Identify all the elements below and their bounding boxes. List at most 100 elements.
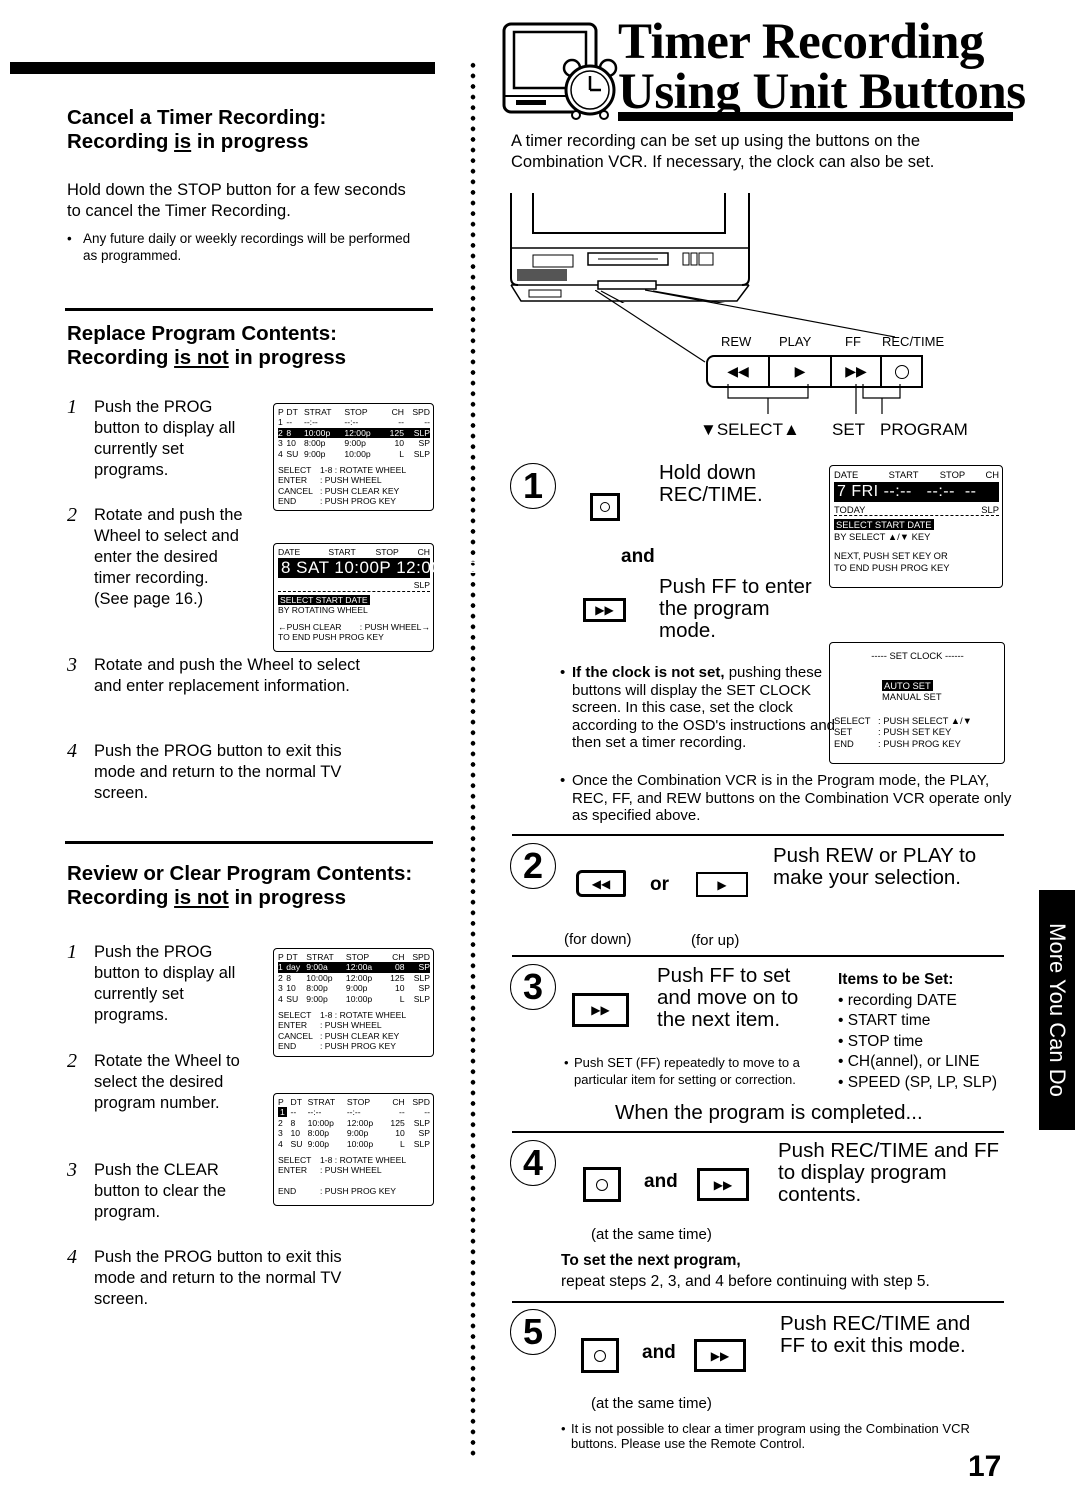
play-icon: ▶ bbox=[717, 877, 727, 892]
step-2-down: (for down) bbox=[564, 931, 632, 948]
osd-auto-set: AUTO SET bbox=[882, 679, 933, 691]
bracket-lines bbox=[727, 384, 901, 414]
label-rew: REW bbox=[721, 334, 752, 349]
osd-edit-value: 7 FRI --:-- --:-- -- bbox=[834, 481, 999, 502]
step-2-up: (for up) bbox=[691, 932, 740, 949]
review-heading: Review or Clear Program Contents: Record… bbox=[67, 862, 413, 909]
label-select: ▼SELECT▲ bbox=[700, 420, 800, 439]
osd-clock-title: ----- SET CLOCK ------ bbox=[871, 650, 964, 661]
item: • recording DATE bbox=[838, 991, 957, 1009]
item: • SPEED (SP, LP, SLP) bbox=[838, 1073, 998, 1091]
rec-time-key bbox=[590, 493, 620, 521]
osd-program-list-c: P DT STRAT STOP CH SPD 1 -- --:-- --:-- -- -- 2 8 10… bbox=[273, 1093, 434, 1206]
step-1-number: 1 bbox=[510, 463, 556, 509]
osd-hint: BY ROTATING WHEEL bbox=[278, 605, 368, 616]
tv-clock-icon bbox=[502, 22, 618, 120]
cancel-section: Cancel a Timer Recording: Recording is i… bbox=[67, 106, 447, 264]
leader-lines-2 bbox=[645, 289, 896, 338]
osd-list-row-selected: 2 8 10:00p 12:00p 125 SLP bbox=[278, 427, 430, 439]
step-3-text: Push FF to set and move on to the next i… bbox=[657, 964, 799, 1031]
osd-help: SELECT 1-8 : ROTATE WHEEL ENTER: PUSH WHE… bbox=[278, 1155, 407, 1196]
rec-time-key bbox=[583, 1167, 621, 1202]
osd-edit-header: DATE START STOP CH bbox=[834, 469, 999, 480]
title-rule bbox=[618, 112, 1013, 121]
step-5-and: and bbox=[642, 1342, 676, 1363]
program-mode-note: • Once the Combination VCR is in the Prog… bbox=[560, 772, 1012, 824]
review-step-1: 1 Push the PROG button to display all cu… bbox=[67, 941, 236, 1025]
osd-help: SELECT: PUSH SELECT ▲/▼ SET: PUSH SET KE… bbox=[834, 714, 972, 749]
osd-manual-set: MANUAL SET bbox=[882, 691, 942, 702]
cancel-body: Hold down the STOP button for a few seco… bbox=[67, 181, 406, 220]
step-1-line-b: Push FF to enter the program mode. bbox=[659, 575, 812, 642]
page-number: 17 bbox=[968, 1450, 1002, 1483]
osd-edit-speed: SLP bbox=[278, 580, 430, 592]
fast-forward-icon: ▶▶ bbox=[595, 603, 614, 617]
osd-program-edit-a: DATE START STOP CH 8 SAT 10:00P 12:00P 125 … bbox=[273, 543, 487, 652]
rec-time-button[interactable] bbox=[882, 357, 921, 386]
step-4-text: Push REC/TIME and FF to display program … bbox=[778, 1139, 1000, 1206]
review-step-2: 2 Rotate the Wheel to select the desired… bbox=[67, 1050, 240, 1113]
replace-step-3: 3 Rotate and push the Wheel to select an… bbox=[67, 654, 360, 696]
osd-list-row: 3 10 8:00p 9:00p 10 SP bbox=[278, 1128, 430, 1139]
step-5-text: Push REC/TIME and FF to exit this mode. bbox=[780, 1312, 971, 1357]
ff-key: ▶▶ bbox=[583, 598, 626, 622]
osd-hint-highlight: SELECT START DATE bbox=[278, 594, 370, 605]
osd-list-row-cursor: 1 -- --:-- --:-- -- -- bbox=[278, 1107, 430, 1118]
step-5-same-time: (at the same time) bbox=[591, 1395, 712, 1412]
osd-hint: BY SELECT ▲/▼ KEY bbox=[834, 530, 931, 542]
item: • STOP time bbox=[838, 1032, 923, 1050]
step-2-or: or bbox=[650, 874, 669, 895]
play-key: ▶ bbox=[696, 872, 748, 897]
label-program: PROGRAM bbox=[880, 420, 968, 439]
play-icon: ▶ bbox=[794, 363, 806, 379]
osd-program-edit-b: DATE START STOP CH 7 FRI --:-- --:-- -- TOD… bbox=[829, 465, 1003, 588]
osd-today: TODAY bbox=[834, 503, 866, 515]
osd-list-row: 4 SU 9:00p 10:00p L SLP bbox=[278, 1138, 430, 1149]
osd-edit-value: 8 SAT 10:00P 12:00P 125 bbox=[278, 558, 487, 579]
step-4-same-time: (at the same time) bbox=[591, 1226, 712, 1243]
cancel-heading: Cancel a Timer Recording: Recording is i… bbox=[67, 106, 327, 153]
intro-text: A timer recording can be set up using th… bbox=[511, 132, 935, 171]
step-1-and: and bbox=[621, 546, 655, 567]
osd-next: NEXT, PUSH SET KEY OR bbox=[834, 550, 948, 561]
osd-list-header: P DT STRAT STOP CH SPD bbox=[278, 1097, 430, 1107]
record-circle-icon bbox=[594, 1349, 606, 1362]
osd-nav: ←PUSH CLEAR: PUSH WHEEL→ bbox=[278, 621, 430, 632]
item: • START time bbox=[838, 1012, 931, 1029]
top-rule bbox=[10, 62, 435, 74]
play-button[interactable]: ▶ bbox=[770, 357, 832, 386]
osd-list-row: 3 10 8:00p 9:00p 10 SP bbox=[278, 438, 430, 449]
osd-list-row: 2 8 10:00p 12:00p 125 SLP bbox=[278, 972, 430, 983]
fast-forward-icon: ▶▶ bbox=[591, 1003, 610, 1017]
step-3-note: • Push SET (FF) repeatedly to move to a p… bbox=[564, 1055, 800, 1087]
step-2-number: 2 bbox=[510, 843, 556, 889]
osd-hint-highlight: SELECT START DATE bbox=[834, 519, 934, 530]
osd-list-row: 2 8 10:00p 12:00p 125 SLP bbox=[278, 1117, 430, 1128]
section-rule bbox=[65, 308, 433, 311]
items-to-be-set: Items to be Set: • recording DATE • STAR… bbox=[838, 970, 1018, 1093]
fast-forward-icon: ▶▶ bbox=[710, 1348, 730, 1363]
osd-help: SELECT 1-8 : ROTATE WHEEL ENTER: PUSH WHE… bbox=[278, 465, 407, 507]
record-circle-icon bbox=[596, 1178, 608, 1191]
step-5-number: 5 bbox=[510, 1309, 556, 1355]
osd-program-list-a: P DT STRAT STOP CH SPD 1 -- --:-- --:-- -- -- 2 8 10… bbox=[273, 403, 434, 511]
label-set: SET bbox=[832, 420, 866, 439]
fast-forward-icon: ▶▶ bbox=[713, 1177, 733, 1192]
osd-end: TO END PUSH PROG KEY bbox=[834, 561, 950, 573]
rew-button[interactable]: ◀◀ bbox=[708, 357, 770, 386]
osd-end: TO END PUSH PROG KEY bbox=[278, 632, 384, 643]
ff-button[interactable]: ▶▶ bbox=[832, 357, 882, 386]
step-rule bbox=[512, 1301, 1004, 1303]
ff-key: ▶▶ bbox=[694, 1339, 746, 1372]
step-rule bbox=[512, 955, 1004, 957]
osd-list-row: 3 10 8:00p 9:00p 10 SP bbox=[278, 983, 430, 994]
osd-list-row-selected: 1 day 9:00a 12:00a 08 SP bbox=[278, 962, 430, 973]
cancel-note: • Any future daily or weekly recordings w… bbox=[67, 231, 411, 263]
completed-heading: When the program is completed... bbox=[615, 1101, 923, 1124]
rewind-icon: ◀◀ bbox=[727, 363, 749, 379]
osd-program-list-b: P DT STRAT STOP CH SPD 1 day 9:00a 12:00a 08 SP 28… bbox=[273, 948, 434, 1057]
osd-list-row: 4 SU 9:00p 10:00p L SLP bbox=[278, 448, 430, 459]
step-1-line-a: Hold down REC/TIME. bbox=[659, 461, 763, 506]
step-4-and: and bbox=[644, 1171, 678, 1192]
clock-note: • If the clock is not set, pushing these … bbox=[560, 664, 835, 751]
